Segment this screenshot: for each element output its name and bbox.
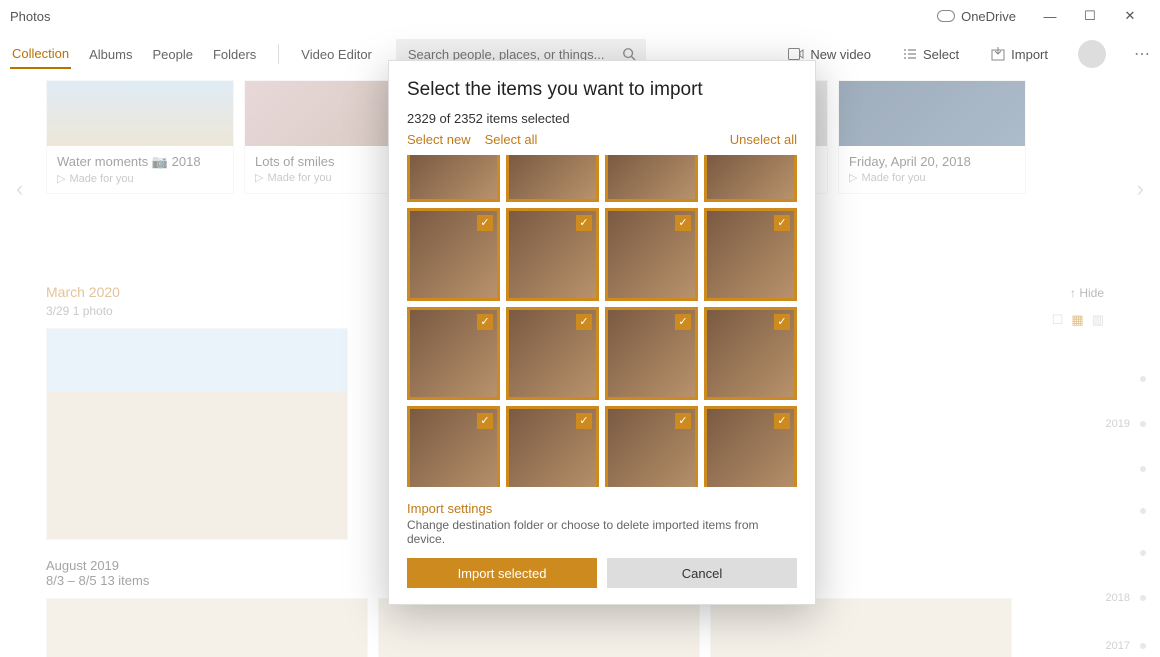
- check-icon: ✓: [576, 314, 592, 330]
- import-item[interactable]: [605, 155, 698, 202]
- tab-video-editor[interactable]: Video Editor: [299, 41, 374, 68]
- maximize-button[interactable]: ☐: [1070, 8, 1110, 24]
- nav-divider: [278, 44, 279, 64]
- import-icon: [991, 47, 1005, 61]
- import-item[interactable]: ✓: [506, 208, 599, 301]
- check-icon: ✓: [477, 215, 493, 231]
- check-icon: ✓: [675, 215, 691, 231]
- import-item[interactable]: ✓: [506, 406, 599, 488]
- import-item[interactable]: ✓: [605, 406, 698, 488]
- import-settings-link[interactable]: Import settings: [407, 501, 797, 516]
- new-video-label: New video: [810, 47, 871, 62]
- tab-albums[interactable]: Albums: [87, 41, 134, 68]
- import-settings-desc: Change destination folder or choose to d…: [407, 518, 797, 546]
- cancel-button[interactable]: Cancel: [607, 558, 797, 588]
- import-item[interactable]: ✓: [704, 307, 797, 400]
- import-item[interactable]: ✓: [506, 307, 599, 400]
- import-label: Import: [1011, 47, 1048, 62]
- tab-folders[interactable]: Folders: [211, 41, 258, 68]
- import-item[interactable]: ✓: [605, 208, 698, 301]
- import-thumbnail-grid: ✓ ✓ ✓ ✓ ✓ ✓ ✓ ✓ ✓ ✓ ✓ ✓: [407, 155, 797, 487]
- check-icon: ✓: [576, 215, 592, 231]
- import-item[interactable]: [506, 155, 599, 202]
- import-item[interactable]: ✓: [704, 208, 797, 301]
- window-titlebar: Photos OneDrive — ☐ ✕: [0, 0, 1160, 32]
- check-icon: ✓: [774, 314, 790, 330]
- onedrive-label: OneDrive: [961, 9, 1016, 24]
- check-icon: ✓: [675, 314, 691, 330]
- user-avatar[interactable]: [1078, 40, 1106, 68]
- check-icon: ✓: [576, 413, 592, 429]
- check-icon: ✓: [477, 314, 493, 330]
- import-item[interactable]: ✓: [605, 307, 698, 400]
- select-button[interactable]: Select: [903, 47, 959, 62]
- import-button[interactable]: Import: [991, 47, 1048, 62]
- minimize-button[interactable]: —: [1030, 9, 1070, 24]
- checklist-icon: [903, 48, 917, 60]
- selection-status: 2329 of 2352 items selected: [407, 111, 797, 126]
- unselect-all-link[interactable]: Unselect all: [730, 132, 797, 147]
- select-all-link[interactable]: Select all: [485, 132, 538, 147]
- tab-people[interactable]: People: [150, 41, 194, 68]
- check-icon: ✓: [477, 413, 493, 429]
- search-icon: [622, 47, 636, 61]
- import-item[interactable]: ✓: [407, 307, 500, 400]
- onedrive-button[interactable]: OneDrive: [937, 9, 1016, 24]
- dialog-title: Select the items you want to import: [407, 79, 797, 101]
- select-new-link[interactable]: Select new: [407, 132, 471, 147]
- tab-collection[interactable]: Collection: [10, 40, 71, 69]
- more-button[interactable]: ⋯: [1134, 44, 1150, 64]
- import-item[interactable]: [407, 155, 500, 202]
- check-icon: ✓: [774, 413, 790, 429]
- check-icon: ✓: [675, 413, 691, 429]
- video-icon: [788, 48, 804, 60]
- import-selected-button[interactable]: Import selected: [407, 558, 597, 588]
- app-title: Photos: [10, 9, 50, 24]
- import-item[interactable]: ✓: [407, 208, 500, 301]
- cloud-icon: [937, 10, 955, 22]
- import-item[interactable]: [704, 155, 797, 202]
- select-label: Select: [923, 47, 959, 62]
- import-dialog: Select the items you want to import 2329…: [388, 60, 816, 605]
- import-item[interactable]: ✓: [704, 406, 797, 488]
- close-button[interactable]: ✕: [1110, 8, 1150, 24]
- import-item[interactable]: ✓: [407, 406, 500, 488]
- check-icon: ✓: [774, 215, 790, 231]
